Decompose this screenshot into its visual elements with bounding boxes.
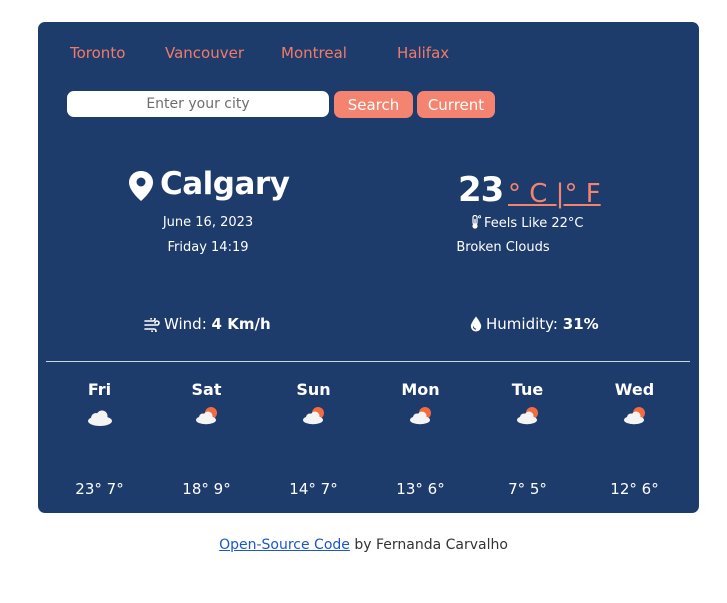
forecast-day-name: Mon [401, 380, 440, 399]
forecast-range: 12° 6° [610, 480, 659, 498]
feels-like: Feels Like 22°C [471, 215, 583, 231]
current-date: June 16, 2023 [162, 215, 254, 230]
wind-label: Wind: [164, 315, 207, 333]
forecast-range: 18° 9° [182, 480, 231, 498]
sun-cloud-icon [302, 407, 324, 425]
city-links: Toronto Vancouver Montreal Halifax [38, 44, 699, 64]
forecast-day: Sun 14° 7° [260, 380, 367, 498]
sun-cloud-icon [516, 407, 538, 425]
forecast-day: Wed 12° 6° [581, 380, 688, 498]
current-temperature: 23 [458, 170, 504, 210]
humidity-label: Humidity: [486, 315, 558, 333]
forecast-range: 7° 5° [508, 480, 547, 498]
forecast-range: 14° 7° [289, 480, 338, 498]
forecast-day-name: Sat [191, 380, 222, 399]
location-pin-icon [129, 171, 153, 201]
search-input[interactable] [67, 91, 329, 117]
weather-description: Broken Clouds [456, 240, 550, 255]
forecast: Fri 23° 7° Sat 18° 9° Sun 14° 7° Mon 13°… [46, 380, 690, 500]
wind-icon [144, 318, 160, 332]
current-location-button[interactable]: Current [417, 91, 495, 118]
water-drop-icon [470, 316, 482, 332]
forecast-day-name: Wed [614, 380, 655, 399]
weather-card: Toronto Vancouver Montreal Halifax Searc… [38, 22, 699, 513]
cloud-night-icon [87, 409, 113, 426]
footer: Open-Source Code by Fernanda Carvalho [0, 537, 727, 553]
city-link-vancouver[interactable]: Vancouver [165, 44, 244, 62]
city-link-montreal[interactable]: Montreal [281, 44, 347, 62]
forecast-range: 23° 7° [75, 480, 124, 498]
sun-cloud-icon [195, 407, 217, 425]
forecast-range: 13° 6° [396, 480, 445, 498]
feels-like-text: Feels Like 22°C [484, 216, 584, 231]
forecast-day-name: Tue [511, 380, 544, 399]
humidity-info: Humidity: 31% [470, 315, 599, 333]
wind-info: Wind: 4 Km/h [144, 315, 271, 333]
footer-credit: by Fernanda Carvalho [349, 537, 508, 553]
forecast-day: Tue 7° 5° [474, 380, 581, 498]
open-source-link[interactable]: Open-Source Code [219, 537, 350, 553]
forecast-day-name: Fri [87, 380, 112, 399]
city-name: Calgary [160, 166, 290, 202]
divider [46, 361, 690, 362]
sun-cloud-icon [623, 407, 645, 425]
search-button[interactable]: Search [334, 91, 413, 118]
forecast-day: Mon 13° 6° [367, 380, 474, 498]
wind-value: 4 Km/h [211, 315, 271, 333]
forecast-day: Fri 23° 7° [46, 380, 153, 498]
forecast-day: Sat 18° 9° [153, 380, 260, 498]
city-link-toronto[interactable]: Toronto [70, 44, 125, 62]
city-link-halifax[interactable]: Halifax [397, 44, 449, 62]
current-time: Friday 14:19 [167, 240, 249, 255]
location-heading: Calgary [128, 166, 290, 208]
humidity-value: 31% [562, 315, 599, 333]
sun-cloud-icon [409, 407, 431, 425]
unit-toggle[interactable]: ° C |° F [508, 179, 601, 209]
forecast-day-name: Sun [296, 380, 331, 399]
thermometer-icon [472, 215, 481, 229]
